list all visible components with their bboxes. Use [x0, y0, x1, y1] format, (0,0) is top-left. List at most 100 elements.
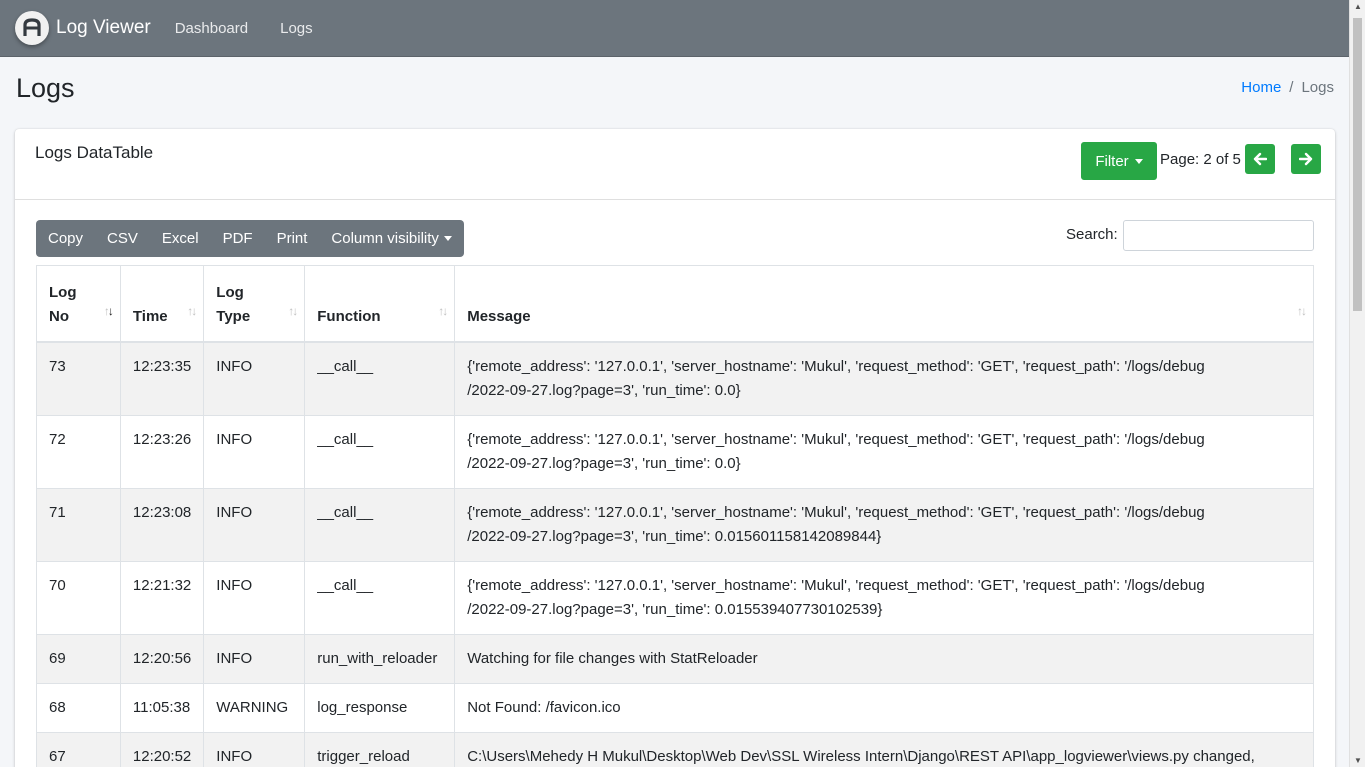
message-line: /2022-09-27.log?page=3', 'run_time': 0.0… [467, 454, 741, 472]
table-row[interactable]: 73 12:23:35 INFO __call__ {'remote_addre… [36, 341, 1314, 416]
column-header-function[interactable]: Function ↑↓ [304, 265, 456, 343]
scroll-down-arrow-icon[interactable]: ▼ [1354, 756, 1362, 765]
message-line: {'remote_address': '127.0.0.1', 'server_… [467, 576, 1205, 594]
top-navbar: Log Viewer Dashboard Logs [0, 0, 1349, 57]
next-page-button[interactable] [1291, 144, 1321, 174]
cell-function: log_response [304, 682, 456, 733]
cell-function: __call__ [304, 560, 456, 635]
cell-message: Not Found: /favicon.ico [454, 682, 1314, 733]
header-label: Log [49, 283, 77, 301]
cell-function: run_with_reloader [304, 633, 456, 684]
message-line: {'remote_address': '127.0.0.1', 'server_… [467, 430, 1205, 448]
header-label: Type [216, 307, 251, 325]
cell-function: __call__ [304, 414, 456, 489]
cell-log-no: 67 [36, 731, 121, 767]
nav-dashboard[interactable]: Dashboard [175, 20, 248, 37]
cell-log-no: 73 [36, 341, 121, 416]
message-line: /2022-09-27.log?page=3', 'run_time': 0.0… [467, 381, 741, 399]
cell-message: Watching for file changes with StatReloa… [454, 633, 1314, 684]
cell-log-type: INFO [203, 414, 306, 489]
message-line: /2022-09-27.log?page=3', 'run_time': 0.0… [467, 527, 882, 545]
header-label: No [49, 307, 69, 325]
cell-log-type: INFO [203, 560, 306, 635]
page-title: Logs [16, 73, 75, 103]
cell-message: {'remote_address': '127.0.0.1', 'server_… [454, 414, 1314, 489]
table-row[interactable]: 71 12:23:08 INFO __call__ {'remote_addre… [36, 487, 1314, 562]
table-row[interactable]: 69 12:20:56 INFO run_with_reloader Watch… [36, 633, 1314, 684]
scroll-up-arrow-icon[interactable]: ▲ [1354, 2, 1362, 11]
brand[interactable]: Log Viewer [15, 11, 151, 45]
cell-log-no: 70 [36, 560, 121, 635]
header-label: Function [317, 307, 381, 325]
cell-log-no: 72 [36, 414, 121, 489]
message-line: {'remote_address': '127.0.0.1', 'server_… [467, 503, 1205, 521]
table-header-row: Log No ↑↓ Time ↑↓ Log Type ↑↓ Function ↑… [36, 265, 1314, 343]
cell-time: 12:23:08 [119, 487, 205, 562]
header-label: Log [216, 283, 244, 301]
scroll-thumb[interactable] [1353, 18, 1362, 311]
card-title: Logs DataTable [35, 143, 154, 162]
sort-icon: ↑↓ [187, 303, 197, 318]
cell-log-type: INFO [203, 731, 306, 767]
filter-label: Filter [1095, 152, 1129, 170]
breadcrumb: Home / Logs [1241, 79, 1334, 96]
cell-message: {'remote_address': '127.0.0.1', 'server_… [454, 341, 1314, 416]
cell-message: C:\Users\Mehedy H Mukul\Desktop\Web Dev\… [454, 731, 1314, 767]
breadcrumb-current: Logs [1301, 79, 1334, 96]
breadcrumb-separator: / [1289, 79, 1294, 96]
column-header-time[interactable]: Time ↑↓ [119, 265, 205, 343]
copy-button[interactable]: Copy [36, 220, 95, 257]
table-row[interactable]: 72 12:23:26 INFO __call__ {'remote_addre… [36, 414, 1314, 489]
column-header-log-type[interactable]: Log Type ↑↓ [203, 265, 306, 343]
sort-icon: ↑↓ [438, 303, 448, 318]
nav-logs[interactable]: Logs [280, 20, 313, 37]
cell-log-no: 69 [36, 633, 121, 684]
table-row[interactable]: 70 12:21:32 INFO __call__ {'remote_addre… [36, 560, 1314, 635]
cell-time: 12:21:32 [119, 560, 205, 635]
app-logo-icon [15, 11, 49, 45]
cell-log-no: 71 [36, 487, 121, 562]
logs-table-wrapper: Log No ↑↓ Time ↑↓ Log Type ↑↓ Function ↑… [36, 265, 1314, 767]
cell-function: __call__ [304, 487, 456, 562]
caret-down-icon [1134, 158, 1143, 164]
cell-function: __call__ [304, 341, 456, 416]
search-label: Search: [1066, 226, 1118, 243]
header-label: Time [132, 307, 168, 325]
sort-desc-icon: ↑↓ [103, 303, 114, 318]
page-scrollbar[interactable]: ▲ ▼ [1349, 0, 1365, 767]
caret-down-icon [443, 236, 452, 241]
sort-icon: ↑↓ [1297, 303, 1307, 318]
page-info: Page: 2 of 5 [1160, 151, 1241, 168]
message-line: {'remote_address': '127.0.0.1', 'server_… [467, 357, 1205, 375]
app-name: Log Viewer [56, 17, 151, 38]
prev-page-button[interactable] [1245, 144, 1275, 174]
export-button-group: Copy CSV Excel PDF Print Column visibili… [36, 220, 464, 257]
cell-function: trigger_reload [304, 731, 456, 767]
table-row[interactable]: 67 12:20:52 INFO trigger_reload C:\Users… [36, 731, 1314, 767]
column-visibility-button[interactable]: Column visibility [319, 220, 464, 257]
cell-message: {'remote_address': '127.0.0.1', 'server_… [454, 487, 1314, 562]
cell-log-no: 68 [36, 682, 121, 733]
filter-button[interactable]: Filter [1081, 142, 1157, 180]
cell-time: 12:23:35 [119, 341, 205, 416]
logs-card: Logs DataTable Filter Page: 2 of 5 Copy … [15, 129, 1335, 767]
column-header-message[interactable]: Message ↑↓ [454, 265, 1314, 343]
cell-log-type: INFO [203, 487, 306, 562]
column-visibility-label: Column visibility [331, 230, 439, 247]
cell-log-type: WARNING [203, 682, 306, 733]
cell-message: {'remote_address': '127.0.0.1', 'server_… [454, 560, 1314, 635]
arrow-left-icon [1253, 152, 1267, 166]
table-row[interactable]: 68 11:05:38 WARNING log_response Not Fou… [36, 682, 1314, 733]
breadcrumb-home-link[interactable]: Home [1241, 79, 1281, 96]
cell-time: 12:20:52 [119, 731, 205, 767]
pdf-button[interactable]: PDF [211, 220, 265, 257]
search-input[interactable] [1123, 220, 1314, 251]
print-button[interactable]: Print [265, 220, 320, 257]
cell-time: 12:20:56 [119, 633, 205, 684]
cell-time: 11:05:38 [119, 682, 205, 733]
column-header-log-no[interactable]: Log No ↑↓ [36, 265, 121, 343]
csv-button[interactable]: CSV [95, 220, 150, 257]
card-header: Logs DataTable Filter Page: 2 of 5 [15, 129, 1335, 200]
cell-log-type: INFO [203, 341, 306, 416]
excel-button[interactable]: Excel [150, 220, 211, 257]
